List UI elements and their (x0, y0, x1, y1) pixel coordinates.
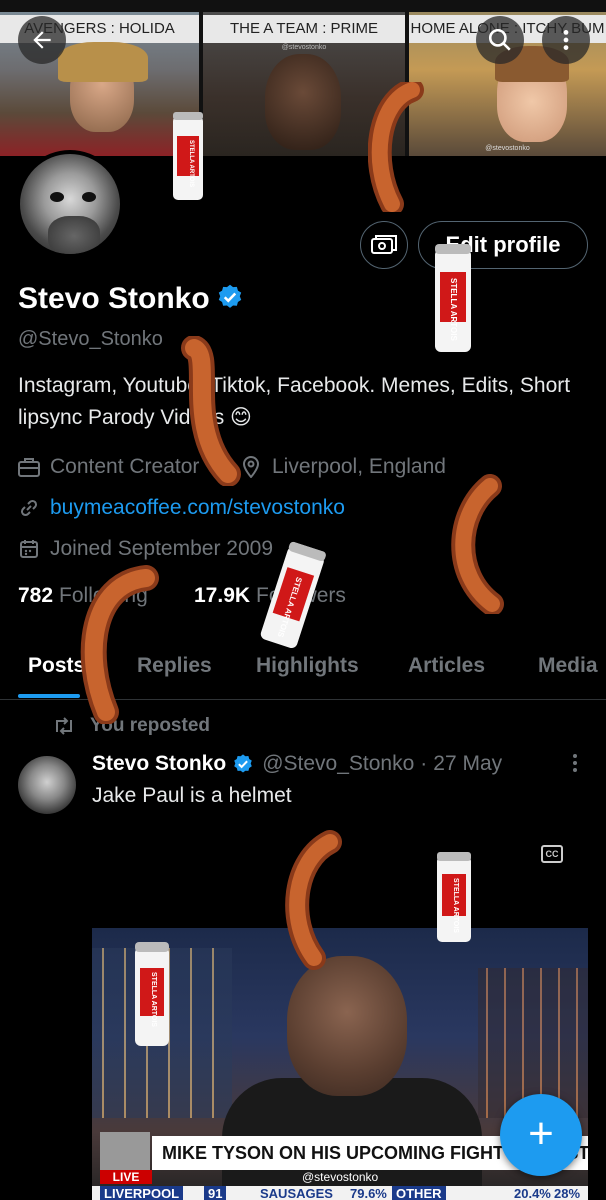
profile-website[interactable]: buymeacoffee.com/stevostonko (18, 496, 345, 520)
beer-can-sticker: STELLA ARTOIS (172, 112, 204, 207)
back-button[interactable] (18, 16, 66, 64)
tab-media[interactable]: Media (538, 654, 598, 678)
sausage-sticker (368, 82, 424, 212)
thumb-watermark: @stevostonko (485, 145, 530, 152)
avatar-beard (48, 216, 100, 254)
link-icon (18, 497, 40, 519)
post-author-avatar[interactable] (18, 756, 76, 814)
profile-handle: @Stevo_Stonko (18, 328, 163, 350)
more-options-button[interactable] (542, 16, 590, 64)
joined-text: Joined September 2009 (50, 537, 273, 560)
briefcase-icon (18, 456, 40, 478)
closed-captions-icon[interactable]: CC (541, 845, 563, 863)
profile-location: Liverpool, England (240, 455, 446, 479)
tab-highlights[interactable]: Highlights (256, 654, 359, 678)
calendar-icon (18, 538, 40, 560)
profile-avatar[interactable] (16, 150, 124, 258)
live-badge: LIVE (100, 1170, 152, 1184)
location-pin-icon (240, 456, 262, 478)
can-label: STELLA ARTOIS (188, 140, 194, 188)
beer-can-sticker: STELLA ARTOIS (134, 942, 170, 1053)
video-person-head (287, 956, 407, 1096)
ticker-item: 28% (554, 1186, 581, 1200)
beer-can-sticker: STELLA ARTOIS (436, 852, 472, 949)
money-icon (371, 235, 397, 254)
tab-articles[interactable]: Articles (408, 654, 485, 678)
ticker-item: 79.6% (350, 1186, 387, 1200)
following-count: 782 (18, 584, 54, 607)
thumb-watermark: @stevostonko (281, 44, 327, 51)
verified-badge-icon[interactable] (216, 283, 244, 311)
location-text: Liverpool, England (272, 455, 446, 478)
profile-name-text: Stevo Stonko (18, 282, 210, 315)
website-link[interactable]: buymeacoffee.com/stevostonko (50, 496, 345, 520)
profile-bio: Instagram, Youtube, Tiktok, Facebook. Me… (18, 374, 571, 429)
thumb-caption: THE A TEAM : PRIME (203, 15, 405, 43)
sausage-sticker (451, 474, 504, 614)
professional-tools-button[interactable] (360, 221, 408, 269)
arrow-left-icon (33, 31, 51, 49)
can-label: STELLA ARTOIS (452, 878, 459, 933)
video-inset-thumbnail (100, 1132, 150, 1174)
avatar-eye (82, 192, 96, 202)
search-button[interactable] (476, 16, 524, 64)
post-header: Stevo Stonko @Stevo_Stonko · 27 May (92, 752, 502, 776)
followers-count: 17.9K (194, 584, 251, 607)
sausage-sticker (181, 336, 241, 486)
more-vertical-icon (563, 30, 569, 50)
ticker-item: LIVERPOOL (100, 1186, 184, 1200)
profile-joined: Joined September 2009 (18, 537, 273, 561)
thumb-hair (58, 42, 148, 82)
compose-post-button[interactable]: + (500, 1094, 582, 1176)
ticker-item: 91 (204, 1186, 227, 1200)
video-watermark: @stevostonko (302, 1170, 379, 1184)
post-text: Jake Paul is a helmet (92, 784, 292, 807)
more-vertical-icon (573, 754, 577, 772)
ticker-item: SAUSAGES (260, 1186, 333, 1200)
thumb-person (265, 54, 341, 150)
sausage-sticker (80, 565, 159, 724)
profile-name: Stevo Stonko (18, 282, 244, 316)
post-author-name[interactable]: Stevo Stonko (92, 752, 226, 776)
active-tab-indicator (18, 694, 80, 698)
post-author-handle[interactable]: @Stevo_Stonko (262, 752, 414, 776)
video-ticker: LIVERPOOL 91 SAUSAGES 79.6% OTHER 20.4% … (92, 1186, 588, 1200)
avatar-eye (50, 192, 64, 202)
post-more-button[interactable] (568, 752, 582, 780)
search-icon (488, 28, 511, 51)
sausage-sticker (285, 830, 342, 970)
beer-can-sticker: STELLA ARTOIS (434, 244, 472, 359)
ticker-item: OTHER (392, 1186, 446, 1200)
post-date[interactable]: 27 May (433, 752, 502, 776)
can-label: STELLA ARTOIS (150, 972, 157, 1027)
post-separator: · (420, 752, 428, 775)
ticker-item: 20.4% (514, 1186, 551, 1200)
verified-badge-icon (234, 754, 252, 773)
can-label: STELLA ARTOIS (449, 278, 458, 341)
